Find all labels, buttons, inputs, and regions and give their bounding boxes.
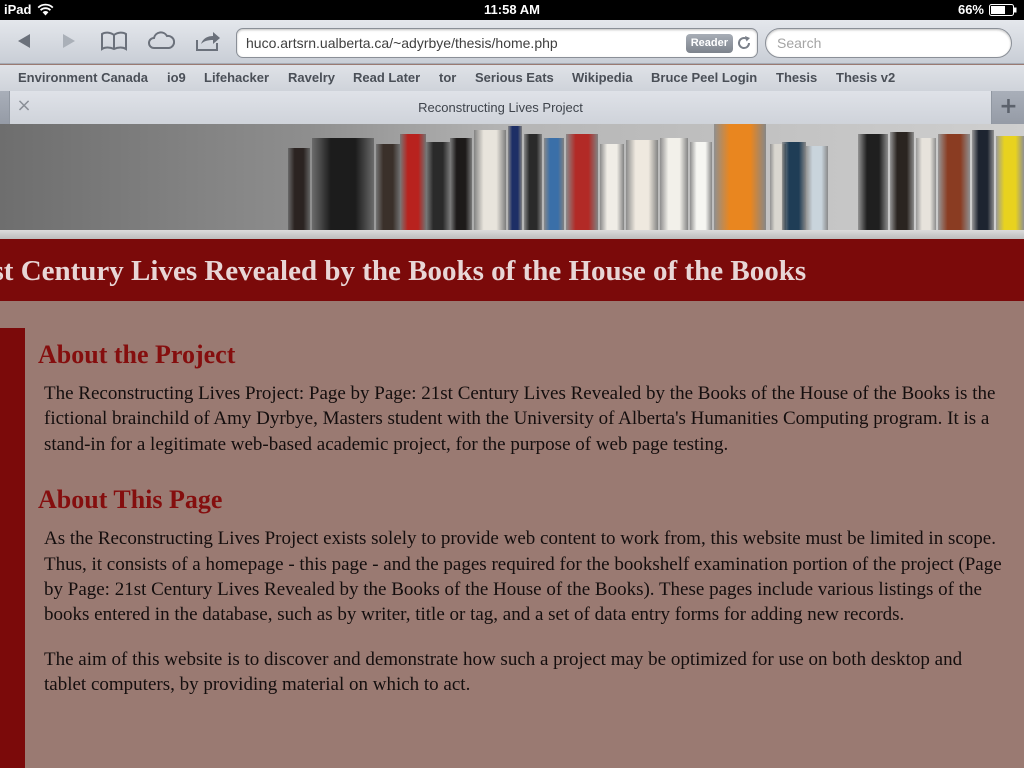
site-header: 1st Century Lives Revealed by the Books … [0,239,1024,301]
main-content: About the Project The Reconstructing Liv… [38,340,1008,717]
open-book-icon[interactable] [100,29,128,53]
status-bar: iPad 11:58 AM 66% [0,0,1024,20]
bookmark-lifehacker[interactable]: Lifehacker [204,70,269,85]
shelf-edge [0,230,1024,239]
book-spine [508,126,522,230]
bookmark-serious-eats[interactable]: Serious Eats [475,70,554,85]
bookshelf-banner [0,124,1024,239]
search-field[interactable] [765,28,1012,58]
book-spine [626,140,658,230]
book-spine [426,142,450,230]
bookmark-thesis-v2[interactable]: Thesis v2 [836,70,895,85]
book-spine [566,134,598,230]
share-icon[interactable] [194,29,222,53]
site-title: 1st Century Lives Revealed by the Books … [0,255,807,287]
book-spine [660,138,688,230]
clock: 11:58 AM [484,2,540,17]
browser-toolbar: huco.artsrn.ualberta.ca/~adyrbye/thesis/… [0,20,1024,64]
book-spine [450,138,472,230]
bookmarks-bar: Environment Canada io9 Lifehacker Ravelr… [0,65,1024,91]
book-spine [916,138,936,230]
section-heading-about-project: About the Project [38,340,236,369]
bookmark-tor[interactable]: tor [439,70,456,85]
book-spine [690,142,712,230]
paragraph-about-project: The Reconstructing Lives Project: Page b… [44,383,996,455]
book-spine [312,138,374,230]
section-heading-about-page: About This Page [38,485,223,515]
address-bar[interactable]: huco.artsrn.ualberta.ca/~adyrbye/thesis/… [236,28,758,58]
bookmark-wikipedia[interactable]: Wikipedia [572,70,633,85]
book-spine [938,134,970,230]
bookmark-environment-canada[interactable]: Environment Canada [18,70,148,85]
book-spine [544,138,564,230]
battery-percent: 66% [957,2,984,17]
book-spine [400,134,426,230]
book-spine [782,142,806,230]
tab-title: Reconstructing Lives Project [418,100,583,115]
paragraph-about-page-2: The aim of this website is to discover a… [44,648,963,696]
reader-button[interactable]: Reader [685,34,733,53]
book-spine [972,130,994,230]
back-arrow-icon[interactable] [10,29,38,53]
bookmark-bruce-peel-login[interactable]: Bruce Peel Login [651,70,757,85]
book-spine [858,134,888,230]
forward-arrow-icon[interactable] [55,29,83,53]
book-spine [806,146,828,230]
book-spine [890,132,914,230]
bookmark-ravelry[interactable]: Ravelry [288,70,335,85]
book-spine [996,136,1024,230]
url-text[interactable]: huco.artsrn.ualberta.ca/~adyrbye/thesis/… [246,35,558,51]
plus-icon[interactable]: + [993,91,1024,124]
book-spine [714,124,766,230]
bookmark-read-later[interactable]: Read Later [353,70,420,85]
tab-reconstructing-lives[interactable]: × Reconstructing Lives Project [9,91,992,124]
search-input[interactable] [777,35,997,51]
paragraph-about-page-1: As the Reconstructing Lives Project exis… [44,528,1002,626]
book-spine [524,134,542,230]
tab-bar: × Reconstructing Lives Project + [0,91,1024,124]
bookmark-thesis[interactable]: Thesis [776,70,817,85]
reload-icon[interactable] [736,35,752,51]
book-spine [288,148,310,230]
left-sidebar-strip [0,328,25,768]
cloud-icon[interactable] [147,29,175,53]
bookmark-io9[interactable]: io9 [167,70,186,85]
book-spine [376,144,400,230]
battery-icon [989,4,1017,16]
book-spine [600,144,624,230]
book-spine [474,130,506,230]
